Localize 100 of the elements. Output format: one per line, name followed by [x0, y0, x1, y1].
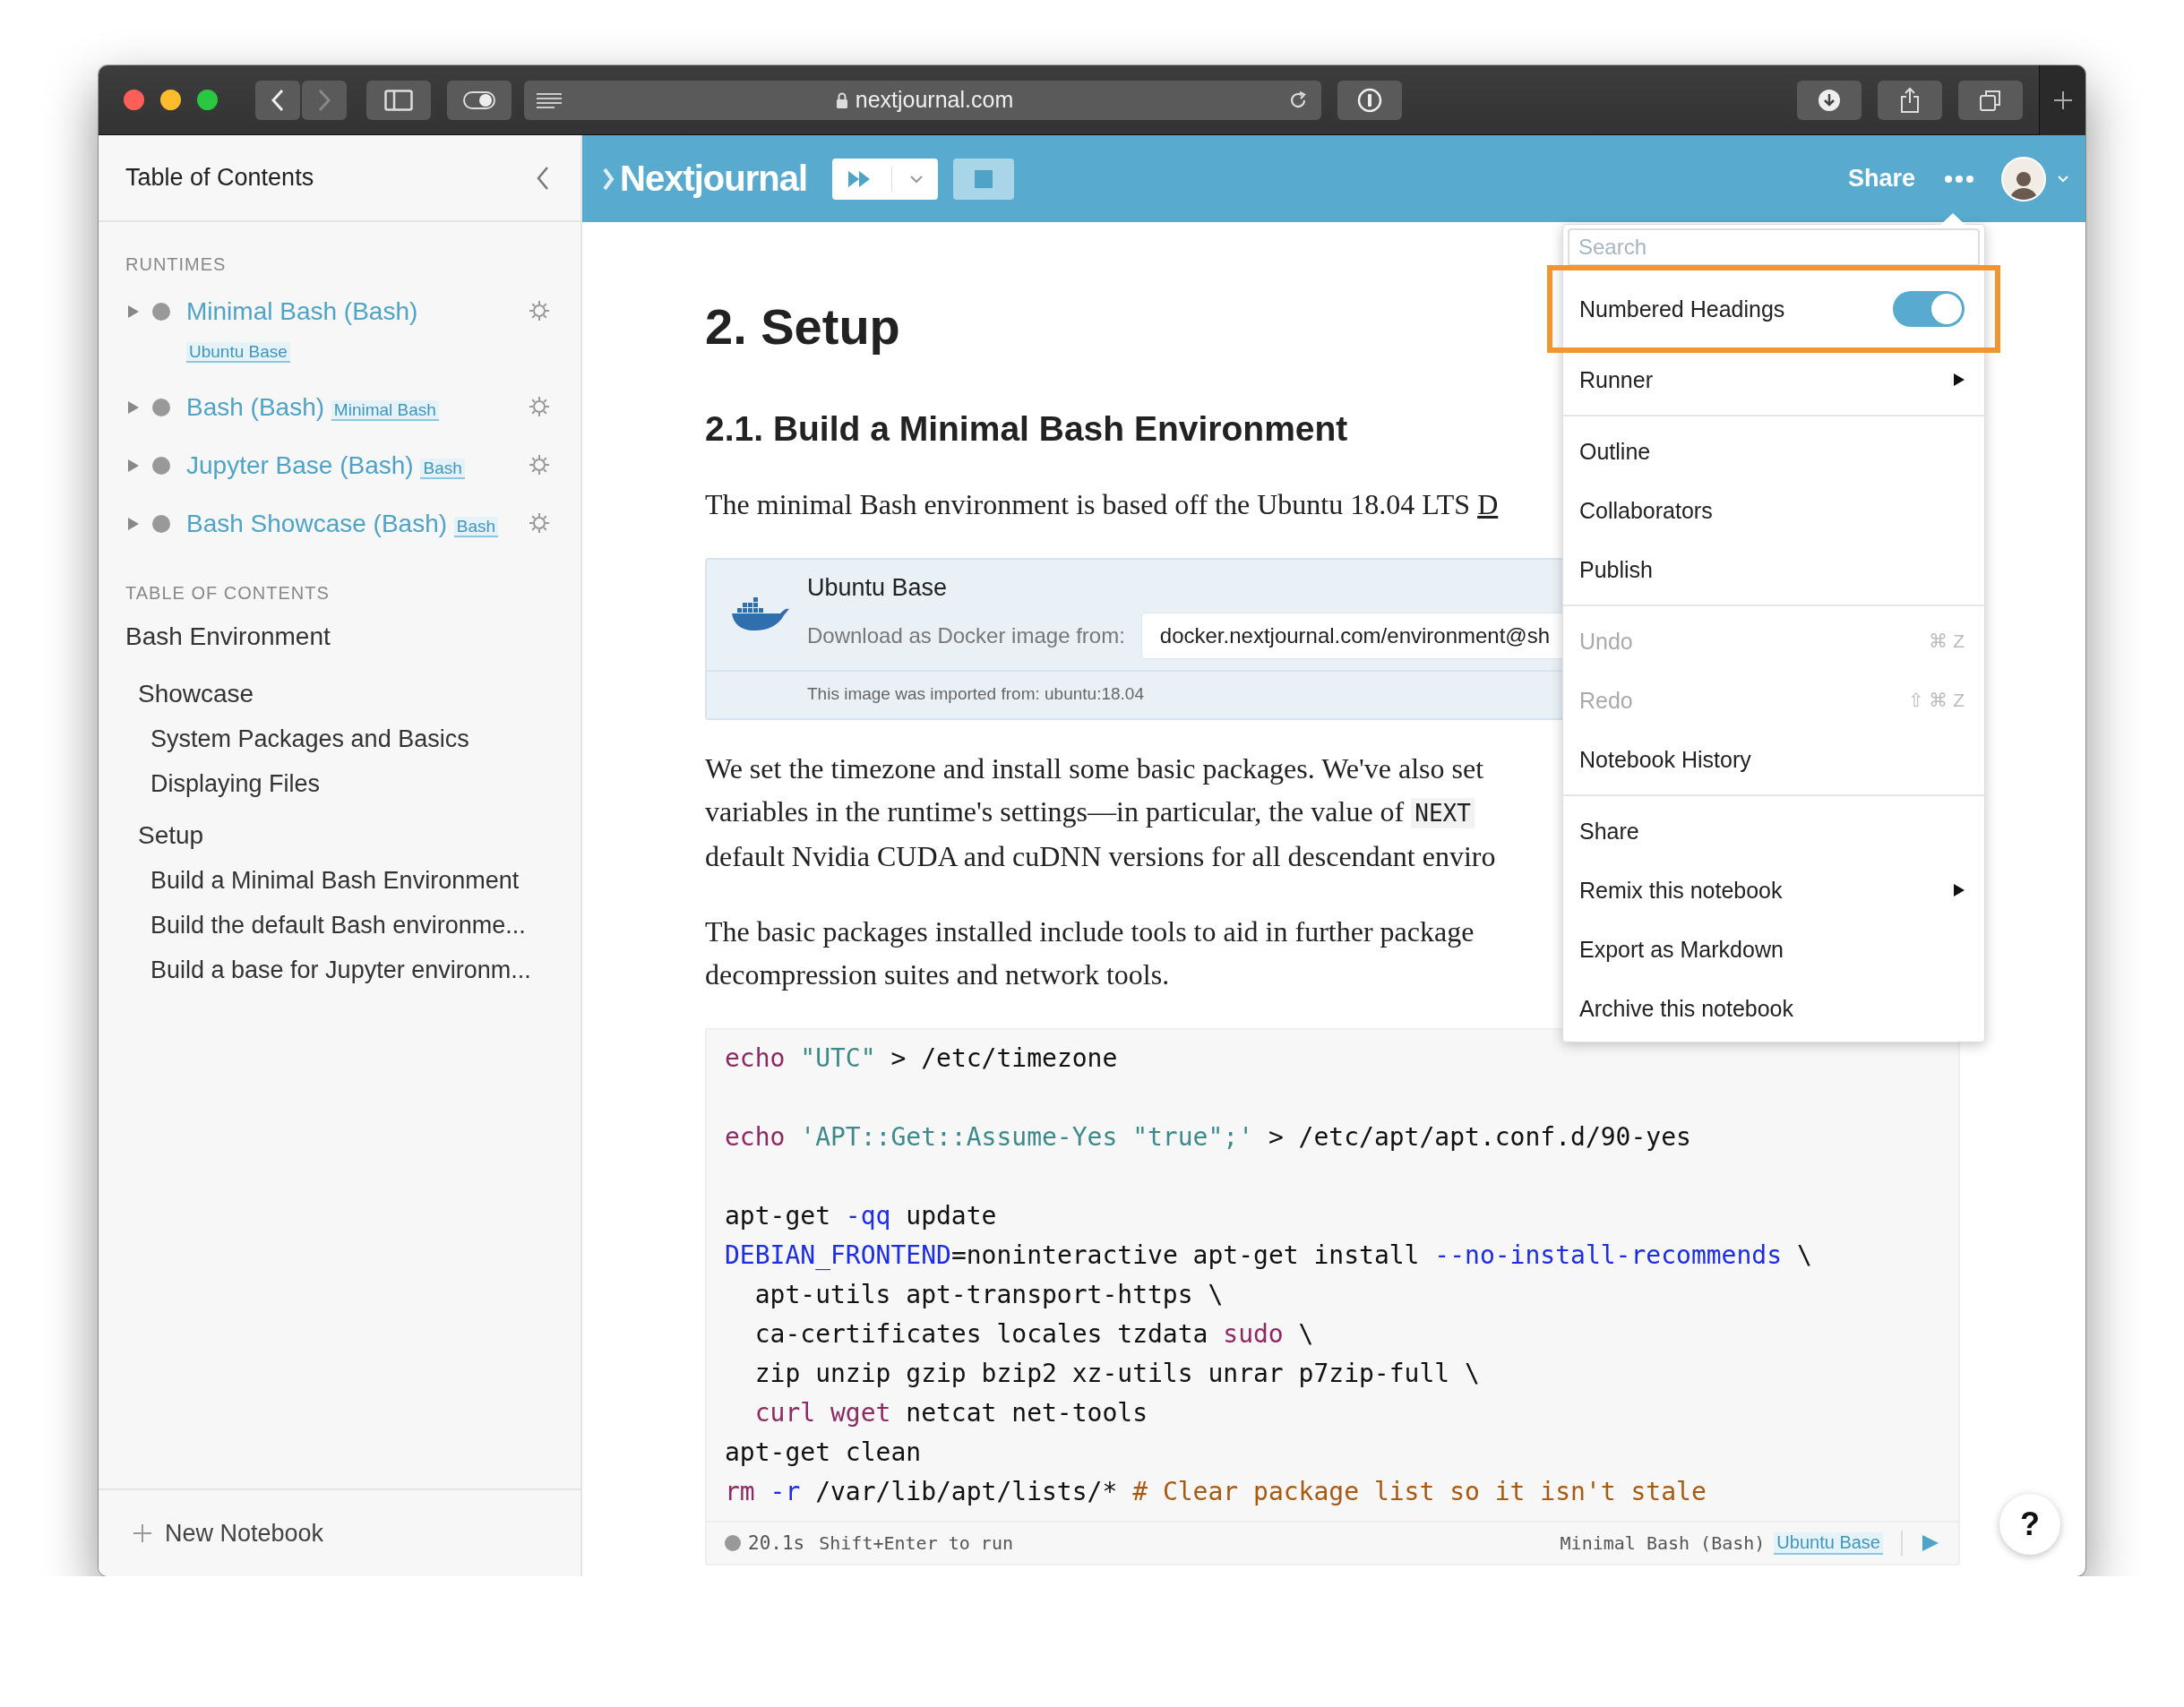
menu-item[interactable]: Remix this notebook	[1563, 861, 1984, 920]
code-line: zip unzip gzip bzip2 xz-utils unrar p7zip-full \	[753, 1358, 1481, 1390]
image-title: Ubuntu Base	[807, 574, 949, 602]
status-dot-icon	[152, 457, 170, 475]
minimize-button[interactable]	[160, 90, 181, 110]
help-button[interactable]: ?	[1999, 1494, 2060, 1555]
toc-item[interactable]: Setup	[125, 813, 554, 858]
address-bar[interactable]: nextjournal.com	[524, 80, 1321, 120]
sidebar-title: Table of Contents	[125, 164, 314, 192]
forward-icon	[317, 88, 331, 112]
code-line: apt-utils apt-transport-https \	[753, 1279, 1225, 1311]
reader-icon[interactable]	[537, 90, 562, 109]
sidebar-toggle-button[interactable]	[366, 80, 431, 120]
field-label: Download as Docker image from:	[807, 623, 1125, 648]
url-text: nextjournal.com	[855, 87, 1014, 113]
runtime-label: Minimal Bash (Bash)	[1560, 1532, 1766, 1554]
subsection-heading: 2.1. Build a Minimal Bash Environment	[705, 409, 1348, 449]
share-icon	[1899, 86, 1921, 114]
logo-text: Nextjournal	[620, 159, 808, 199]
play-icon[interactable]	[1921, 1533, 1940, 1553]
menu-item-label: Runner	[1579, 366, 1653, 393]
run-time: 20.1s	[748, 1532, 805, 1554]
more-icon[interactable]	[1944, 174, 1974, 184]
expand-triangle-icon[interactable]	[127, 305, 140, 319]
menu-item[interactable]: Publish	[1563, 540, 1984, 599]
shortcut-hint: ⇧ ⌘ Z	[1907, 690, 1965, 711]
switch-icon	[463, 90, 495, 109]
toc-item[interactable]: Build a Minimal Bash Environment	[125, 858, 554, 903]
paragraph: The minimal Bash environment is based off the Ubuntu 18.04 LTS D	[705, 487, 1499, 522]
caret-icon[interactable]	[2057, 174, 2069, 184]
menu-item[interactable]: Outline	[1563, 422, 1984, 481]
menu-item[interactable]: Archive this notebook	[1563, 979, 1984, 1038]
settings-icon[interactable]	[529, 512, 550, 534]
submenu-arrow-icon	[1954, 884, 1965, 896]
expand-triangle-icon[interactable]	[127, 400, 140, 415]
expand-triangle-icon[interactable]	[127, 517, 140, 531]
menu-item-label: Undo	[1579, 628, 1633, 655]
new-tab-button[interactable]	[2039, 65, 2085, 135]
code-line: echo "UTC" > /etc/timezone	[725, 1042, 1119, 1075]
caret-icon	[909, 174, 924, 184]
menu-item[interactable]: Numbered Headings	[1563, 268, 1984, 350]
menu-item[interactable]: Export as Markdown	[1563, 920, 1984, 979]
search-field[interactable]: Search	[1568, 228, 1980, 266]
status-dot-icon	[152, 399, 170, 416]
toc-item[interactable]: Displaying Files	[125, 761, 554, 806]
submenu-arrow-icon	[1954, 373, 1965, 386]
section-heading: 2. Setup	[705, 297, 900, 356]
expand-triangle-icon[interactable]	[127, 459, 140, 473]
code-line: rm -r /var/lib/apt/lists/* # Clear package list so it isn't stale	[725, 1476, 1707, 1508]
new-notebook-button[interactable]: New Notebook	[133, 1519, 324, 1548]
code-line: curl wget netcat net-tools	[753, 1397, 1148, 1429]
toggle-button[interactable]	[447, 80, 512, 120]
toc-item[interactable]: Bash Environment	[125, 614, 554, 659]
sidebar-icon	[384, 89, 413, 111]
download-button[interactable]	[1797, 80, 1862, 120]
avatar[interactable]	[2001, 156, 2046, 202]
zoom-button[interactable]	[197, 90, 218, 110]
code-line: echo 'APT::Get::Assume-Yes "true";' > /etc/apt/apt.conf.d/90-yes	[725, 1121, 1692, 1154]
close-button[interactable]	[124, 90, 144, 110]
settings-icon[interactable]	[529, 396, 550, 417]
tabs-button[interactable]	[1958, 80, 2023, 120]
menu-item-label: Remix this notebook	[1579, 877, 1783, 904]
menu-item[interactable]: Collaborators	[1563, 481, 1984, 540]
import-note: This image was imported from: ubuntu:18.04	[807, 683, 1144, 705]
settings-icon[interactable]	[529, 300, 550, 322]
chevron-logo-icon	[602, 167, 615, 191]
code-line: ca-certificates locales tzdata sudo \	[753, 1318, 1315, 1351]
back-icon	[271, 88, 285, 112]
menu-item[interactable]: Runner	[1563, 350, 1984, 409]
menu-item[interactable]: Notebook History	[1563, 730, 1984, 789]
code-line: apt-get -qq update	[725, 1200, 998, 1232]
plus-icon	[2052, 90, 2073, 110]
toc-item[interactable]: Build a base for Jupyter environm...	[125, 948, 554, 992]
status-dot-icon	[725, 1535, 741, 1551]
menu-item-label: Redo	[1579, 687, 1633, 714]
paragraph: The basic packages installed include tools to aid in further package decompression suites and network tools.	[705, 914, 1475, 992]
status-dot-icon	[152, 515, 170, 533]
share-button[interactable]	[1878, 80, 1942, 120]
password-manager-button[interactable]	[1337, 80, 1402, 120]
toc-item[interactable]: System Packages and Basics	[125, 716, 554, 761]
toggle-switch[interactable]	[1893, 291, 1965, 327]
plus-icon	[133, 1523, 152, 1543]
section-label: RUNTIMES	[125, 254, 228, 275]
collapse-icon[interactable]	[536, 165, 550, 191]
status-dot-icon	[152, 303, 170, 321]
menu-item[interactable]: Share	[1563, 802, 1984, 861]
run-button[interactable]	[832, 158, 939, 200]
settings-icon[interactable]	[529, 454, 550, 476]
run-hint: Shift+Enter to run	[819, 1532, 1013, 1554]
back-button[interactable]	[255, 80, 300, 120]
section-label: TABLE OF CONTENTS	[125, 583, 331, 604]
code-line: apt-get clean	[725, 1437, 923, 1469]
toc-item[interactable]: Build the default Bash environme...	[125, 903, 554, 948]
tabs-icon	[1979, 88, 2002, 112]
stop-icon	[975, 169, 993, 188]
link[interactable]: D	[1477, 488, 1499, 520]
code-line: DEBIAN_FRONTEND=noninteractive apt-get install --no-install-recommends \	[725, 1240, 1813, 1272]
paragraph: We set the timezone and install some basic packages. We've also set variables in the runtime's settings—in particular, the value of NEXT default Nvidia CUDA and cuDNN versions for all descendant enviro	[705, 751, 1496, 874]
menu-item-label: Numbered Headings	[1579, 296, 1785, 322]
toc-item[interactable]: Showcase	[125, 672, 554, 716]
